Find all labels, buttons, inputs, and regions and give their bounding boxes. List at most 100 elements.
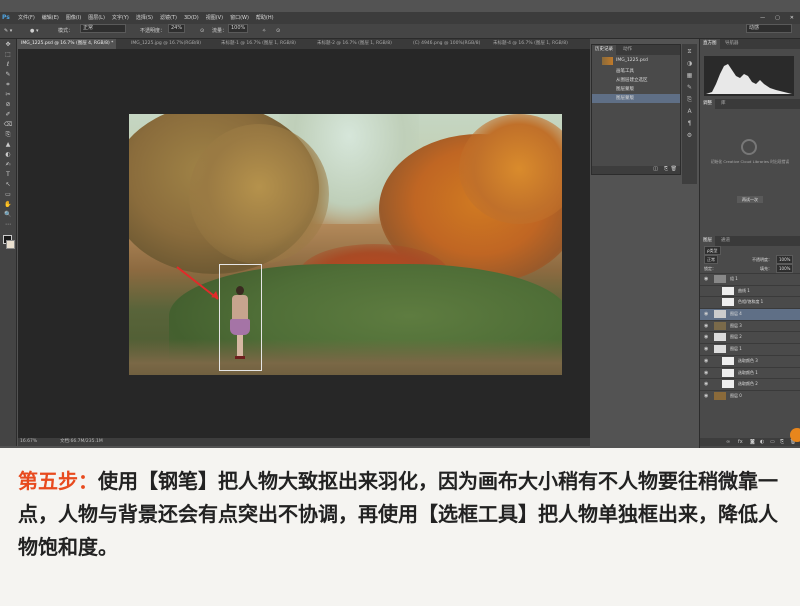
chat-badge-icon[interactable] bbox=[790, 428, 800, 442]
doc-tab[interactable]: 未标题-4 @ 16.7% (图层 1, RGB/8) bbox=[490, 39, 571, 49]
visibility-icon[interactable]: ◉ bbox=[704, 321, 708, 331]
visibility-icon[interactable]: ◉ bbox=[704, 391, 708, 401]
crop-tool-icon[interactable]: ⌗ bbox=[3, 81, 13, 89]
eyedropper-tool-icon[interactable]: ✂ bbox=[3, 91, 13, 99]
add-mask-icon[interactable]: ◙ bbox=[750, 438, 755, 446]
doc-tab[interactable]: IMG_1225.jpg @ 16.7%(RGB/8) bbox=[128, 39, 204, 49]
layer-row[interactable]: ◉ 选取颜色 3 bbox=[700, 354, 800, 367]
doc-tab[interactable]: (C) 4946.png @ 100%(RGB/8) bbox=[410, 39, 483, 49]
history-row[interactable]: 画笔工具 bbox=[592, 67, 680, 76]
adjustment-layer-icon[interactable]: ◐ bbox=[760, 438, 764, 446]
layer-row[interactable]: ◉ 选取颜色 2 bbox=[700, 378, 800, 390]
swatches-icon[interactable]: ▦ bbox=[685, 71, 694, 80]
shape-tool-icon[interactable]: ▭ bbox=[3, 191, 13, 199]
canvas-area[interactable] bbox=[18, 49, 590, 438]
menu-layer[interactable]: 图层(L) bbox=[88, 12, 105, 24]
doc-tab[interactable]: 未标题-1 @ 16.7% (图层 1, RGB/8) bbox=[218, 39, 299, 49]
blend-mode-select[interactable]: 正常 bbox=[704, 255, 718, 264]
color-icon[interactable]: ◑ bbox=[685, 59, 694, 68]
tab-actions[interactable]: 动作 bbox=[620, 45, 635, 55]
brush-tool-icon[interactable]: ✐ bbox=[3, 111, 13, 119]
doc-tab[interactable]: IMG_1225.psd @ 16.7% (图层 4, RGB/8) * bbox=[18, 39, 117, 49]
pressure-size-icon[interactable]: ⊙ bbox=[276, 24, 280, 38]
type-tool-icon[interactable]: T bbox=[3, 171, 13, 179]
layer-row[interactable]: 色相/饱和度 1 bbox=[700, 296, 800, 308]
brush-size-icon[interactable]: ● ▾ bbox=[30, 24, 38, 38]
marquee-tool-icon[interactable]: ⬚ bbox=[3, 51, 13, 59]
healing-tool-icon[interactable]: ⊘ bbox=[3, 101, 13, 109]
visibility-icon[interactable]: ◉ bbox=[704, 356, 708, 366]
eraser-tool-icon[interactable]: ⌫ bbox=[3, 121, 13, 129]
menu-filter[interactable]: 滤镜(T) bbox=[160, 12, 177, 24]
close-icon[interactable]: ✕ bbox=[790, 12, 794, 24]
pen-tool-icon[interactable]: ✍ bbox=[3, 161, 13, 169]
airbrush-icon[interactable]: ✧ bbox=[262, 24, 266, 38]
layer-row[interactable]: ◉ 图层 0 bbox=[700, 389, 800, 402]
menu-edit[interactable]: 编辑(E) bbox=[42, 12, 59, 24]
menu-file[interactable]: 文件(F) bbox=[18, 12, 35, 24]
visibility-icon[interactable]: ◉ bbox=[704, 309, 708, 319]
tab-history[interactable]: 历史记录 bbox=[592, 45, 616, 55]
new-group-icon[interactable]: ▭ bbox=[770, 438, 775, 446]
character-icon[interactable]: A bbox=[685, 107, 694, 116]
hand-tool-icon[interactable]: ✋ bbox=[3, 201, 13, 209]
layer-row[interactable]: 曲线 1 bbox=[700, 284, 800, 297]
tab-layers[interactable]: 图层 bbox=[700, 236, 715, 246]
more-tools-icon[interactable]: ⋯ bbox=[3, 221, 13, 229]
layer-row[interactable]: ◉ 图层 3 bbox=[700, 319, 800, 332]
zoom-readout[interactable]: 16.67% bbox=[20, 438, 37, 446]
minimize-icon[interactable]: — bbox=[760, 12, 765, 24]
brush-tool-icon[interactable]: ✎ ▾ bbox=[4, 24, 12, 38]
document-photo[interactable] bbox=[129, 114, 562, 375]
layer-row[interactable]: ◉ 图层 4 bbox=[700, 308, 800, 320]
fill-value[interactable]: 100% bbox=[776, 264, 794, 273]
visibility-icon[interactable]: ◉ bbox=[704, 274, 708, 284]
tab-channels[interactable]: 通道 bbox=[718, 236, 733, 246]
retry-button[interactable]: 再试一次 bbox=[737, 196, 763, 203]
visibility-icon[interactable]: ◉ bbox=[704, 368, 708, 378]
layer-row[interactable]: ◉ 组 1 bbox=[700, 273, 800, 285]
new-layer-icon[interactable]: ⎘ bbox=[780, 438, 784, 446]
background-color-swatch[interactable] bbox=[6, 240, 15, 249]
lasso-tool-icon[interactable]: ℓ bbox=[3, 61, 13, 69]
visibility-icon[interactable]: ◉ bbox=[704, 332, 708, 342]
menu-view[interactable]: 视图(V) bbox=[206, 12, 223, 24]
history-snapshot[interactable]: IMG_1225.psd bbox=[592, 55, 680, 67]
zoom-tool-icon[interactable]: 🔍 bbox=[3, 211, 13, 219]
menu-type[interactable]: 文字(Y) bbox=[112, 12, 129, 24]
dodge-tool-icon[interactable]: ◐ bbox=[3, 151, 13, 159]
maximize-icon[interactable]: ▢ bbox=[775, 12, 780, 24]
marquee-selection[interactable] bbox=[219, 264, 262, 371]
fx-icon[interactable]: fx bbox=[738, 438, 743, 446]
tab-navigator[interactable]: 导航器 bbox=[722, 39, 742, 49]
trash-icon[interactable]: 🗑 bbox=[671, 166, 677, 172]
tab-libraries[interactable]: 库 bbox=[718, 99, 729, 109]
history-row[interactable]: 从图层建立选区 bbox=[592, 76, 680, 85]
quick-select-tool-icon[interactable]: ✎ bbox=[3, 71, 13, 79]
clone-stamp-tool-icon[interactable]: ⎘ bbox=[3, 131, 13, 139]
menu-3d[interactable]: 3D(D) bbox=[184, 12, 199, 24]
paragraph-icon[interactable]: ¶ bbox=[685, 119, 694, 128]
layer-row[interactable]: ◉ 图层 2 bbox=[700, 331, 800, 343]
properties-icon[interactable]: ⚙ bbox=[685, 131, 694, 140]
pressure-opacity-icon[interactable]: ⊙ bbox=[200, 24, 204, 38]
new-document-icon[interactable]: ⎘ bbox=[664, 166, 668, 172]
layer-row[interactable]: ◉ 选取颜色 1 bbox=[700, 366, 800, 379]
layer-row[interactable]: ◉ 图层 1 bbox=[700, 343, 800, 355]
history-row[interactable]: 图层蒙版 bbox=[592, 85, 680, 94]
layer-kind-filter[interactable]: ρ类型 bbox=[704, 246, 721, 255]
visibility-icon[interactable]: ◉ bbox=[704, 379, 708, 389]
new-snapshot-icon[interactable]: ◫ bbox=[653, 166, 658, 172]
link-layers-icon[interactable]: ∞ bbox=[726, 438, 730, 446]
move-tool-icon[interactable]: ✥ bbox=[3, 41, 13, 49]
history-icon[interactable]: ⧖ bbox=[685, 47, 694, 56]
clone-source-icon[interactable]: ⎘ bbox=[685, 95, 694, 104]
history-row[interactable]: 图层蒙版 bbox=[592, 94, 680, 103]
menu-window[interactable]: 窗口(W) bbox=[230, 12, 249, 24]
menu-select[interactable]: 选择(S) bbox=[136, 12, 153, 24]
doc-tab[interactable]: 未标题-2 @ 16.7% (图层 1, RGB/8) bbox=[314, 39, 395, 49]
menu-help[interactable]: 帮助(H) bbox=[256, 12, 274, 24]
sharpen-tool-icon[interactable]: ▲ bbox=[3, 141, 13, 149]
visibility-icon[interactable]: ◉ bbox=[704, 344, 708, 354]
brush-panel-icon[interactable]: ✎ bbox=[685, 83, 694, 92]
